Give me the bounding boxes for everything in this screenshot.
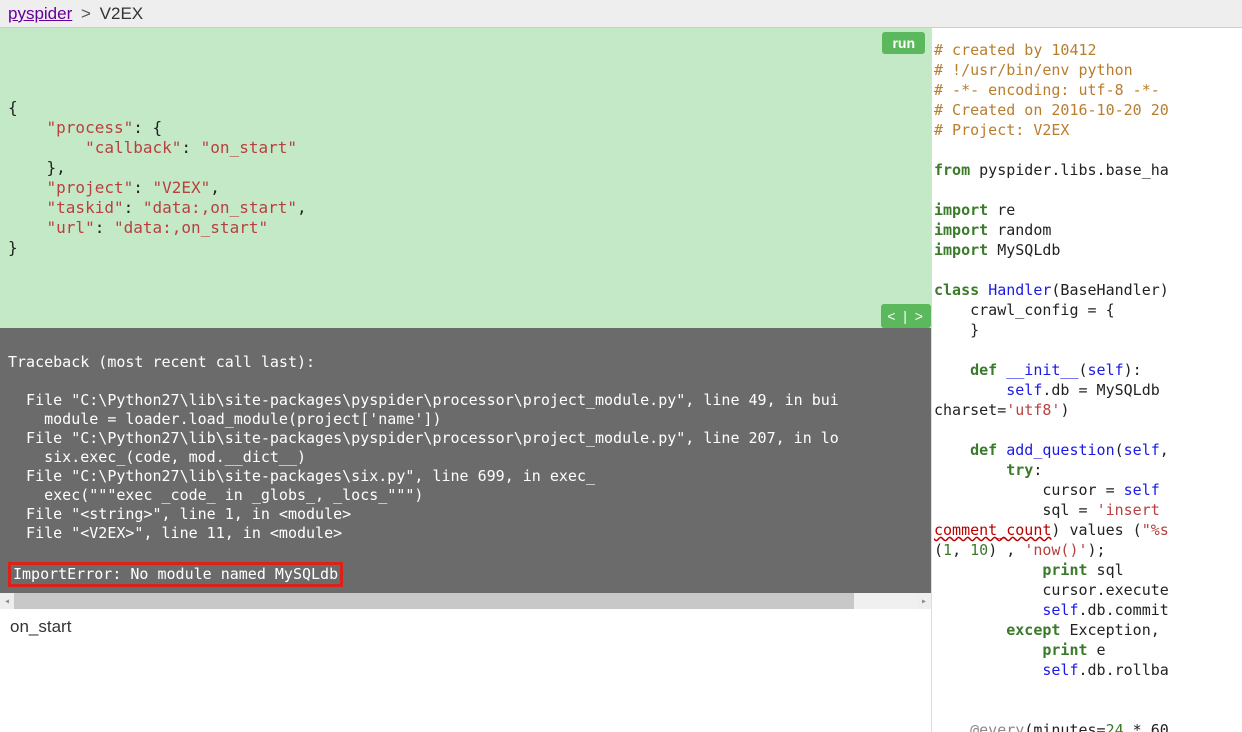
home-link[interactable]: pyspider — [8, 4, 72, 23]
main-split: run { "process": { "callback": "on_start… — [0, 28, 1242, 732]
run-button[interactable]: run — [882, 32, 925, 54]
callback-label: on_start — [10, 617, 71, 636]
source-editor[interactable]: # created by 10412 # !/usr/bin/env pytho… — [932, 28, 1242, 732]
breadcrumb-sep: > — [81, 4, 91, 23]
scroll-thumb[interactable] — [14, 593, 854, 609]
callback-name: on_start — [0, 609, 931, 732]
scroll-track[interactable] — [14, 593, 917, 609]
left-pane: run { "process": { "callback": "on_start… — [0, 28, 932, 732]
scroll-left-icon[interactable]: ◂ — [0, 593, 14, 609]
project-name: V2EX — [100, 4, 143, 23]
horizontal-scrollbar[interactable]: ◂ ▸ — [0, 593, 931, 609]
nav-buttons[interactable]: < | > — [881, 304, 931, 328]
error-line: ImportError: No module named MySQLdb — [8, 562, 343, 587]
scroll-right-icon[interactable]: ▸ — [917, 593, 931, 609]
task-json-content: { "process": { "callback": "on_start" },… — [8, 98, 923, 258]
breadcrumb: pyspider > V2EX — [0, 0, 1242, 28]
traceback-header: Traceback (most recent call last): — [8, 353, 315, 371]
task-json: run { "process": { "callback": "on_start… — [0, 28, 931, 328]
traceback-pane: Traceback (most recent call last): File … — [0, 328, 931, 593]
source-code[interactable]: # created by 10412 # !/usr/bin/env pytho… — [934, 40, 1242, 732]
traceback-lines: File "C:\Python27\lib\site-packages\pysp… — [8, 391, 839, 542]
